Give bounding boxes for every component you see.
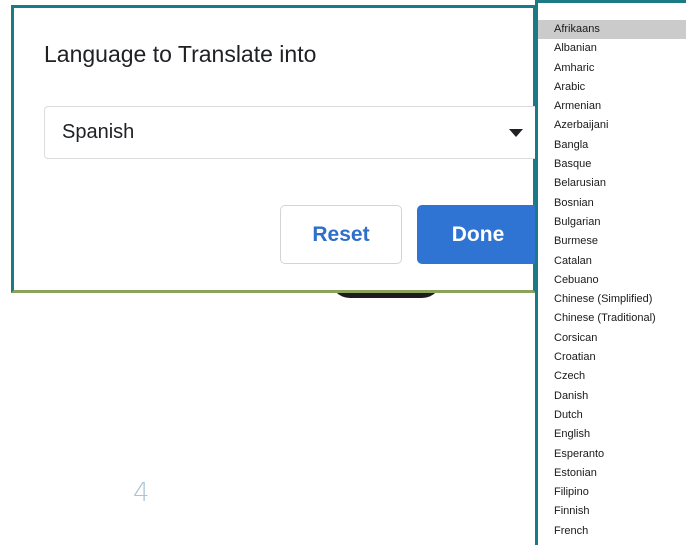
language-option[interactable]: Finnish <box>538 502 686 521</box>
language-option[interactable]: Basque <box>538 155 686 174</box>
language-option[interactable]: Estonian <box>538 464 686 483</box>
language-option[interactable]: Amharic <box>538 59 686 78</box>
language-option[interactable]: Azerbaijani <box>538 116 686 135</box>
language-option[interactable]: Bosnian <box>538 194 686 213</box>
selected-language: Spanish <box>62 121 135 143</box>
language-option[interactable]: French <box>538 522 686 541</box>
language-option[interactable]: Danish <box>538 387 686 406</box>
language-option[interactable]: Dutch <box>538 406 686 425</box>
language-select[interactable]: Spanish <box>44 106 541 159</box>
language-option[interactable]: Chinese (Traditional) <box>538 309 686 328</box>
reset-button[interactable]: Reset <box>280 205 402 264</box>
language-option[interactable]: English <box>538 425 686 444</box>
language-option[interactable]: Arabic <box>538 78 686 97</box>
language-option[interactable]: Bangla <box>538 136 686 155</box>
language-dropdown-list[interactable]: Afrikaans Albanian Amharic Arabic Armenian Az… <box>535 0 686 545</box>
translate-dialog: Language to Translate into Spanish Reset… <box>11 5 541 293</box>
caret-down-icon <box>509 129 523 137</box>
language-option[interactable]: Belarusian <box>538 174 686 193</box>
language-option[interactable]: Croatian <box>538 348 686 367</box>
page-number: 4 <box>133 478 150 508</box>
language-option[interactable]: Armenian <box>538 97 686 116</box>
language-option[interactable]: Catalan <box>538 252 686 271</box>
dialog-title: Language to Translate into <box>44 41 317 67</box>
language-option[interactable]: Afrikaans <box>538 20 686 40</box>
language-option[interactable]: Esperanto <box>538 445 686 464</box>
language-option[interactable]: Chinese (Simplified) <box>538 290 686 309</box>
language-option[interactable]: Albanian <box>538 39 686 58</box>
language-option[interactable]: Burmese <box>538 232 686 251</box>
language-option[interactable]: Bulgarian <box>538 213 686 232</box>
done-button[interactable]: Done <box>417 205 539 264</box>
language-option[interactable]: Corsican <box>538 329 686 348</box>
language-option[interactable]: Czech <box>538 367 686 386</box>
language-option[interactable]: Filipino <box>538 483 686 502</box>
language-option[interactable]: Cebuano <box>538 271 686 290</box>
